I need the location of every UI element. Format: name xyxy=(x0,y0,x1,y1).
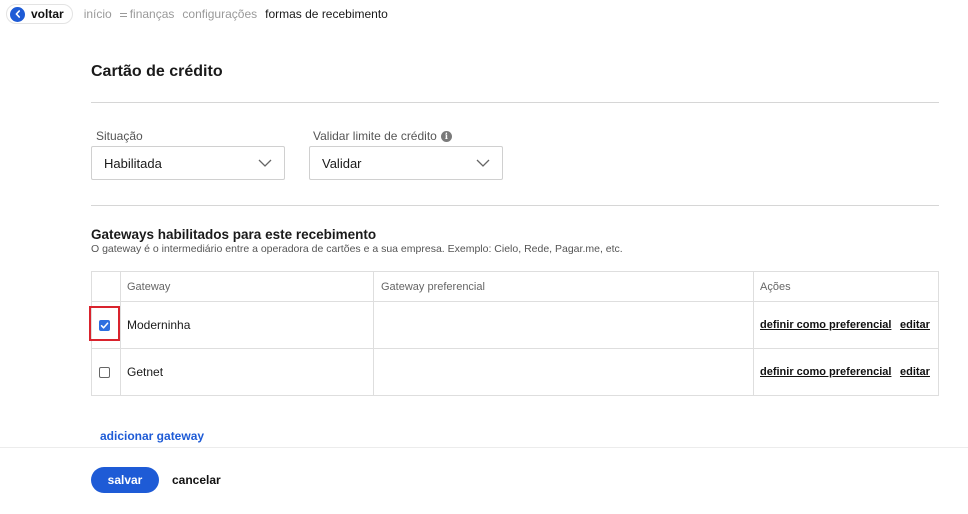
chevron-left-icon xyxy=(10,6,25,22)
gateways-table: Gateway Gateway preferencial Ações Moder… xyxy=(91,271,939,396)
situacao-label: Situação xyxy=(96,129,143,143)
gateways-description: O gateway é o intermediário entre a oper… xyxy=(91,243,623,255)
breadcrumb-item-current: formas de recebimento xyxy=(265,7,388,21)
set-preferred-link[interactable]: definir como preferencial xyxy=(760,319,891,331)
breadcrumb-item-financas[interactable]: finanças xyxy=(119,7,175,21)
divider xyxy=(91,205,939,206)
breadcrumb: início finanças configurações formas de … xyxy=(84,7,396,21)
situacao-select[interactable]: Habilitada xyxy=(91,146,285,180)
menu-lines-icon xyxy=(119,11,127,19)
column-header-gateway: Gateway xyxy=(127,280,171,293)
page-title: Cartão de crédito xyxy=(91,63,223,80)
gateway-name: Moderninha xyxy=(127,318,191,332)
add-gateway-link[interactable]: adicionar gateway xyxy=(100,429,204,443)
gateways-title: Gateways habilitados para este recebimen… xyxy=(91,227,377,242)
chevron-down-icon xyxy=(258,159,272,167)
cancel-button[interactable]: cancelar xyxy=(172,473,221,487)
gateway-checkbox[interactable] xyxy=(99,366,110,378)
chevron-down-icon xyxy=(476,159,490,167)
column-header-preferencial: Gateway preferencial xyxy=(381,280,485,293)
gateway-name: Getnet xyxy=(127,365,164,379)
footer-divider xyxy=(0,447,968,448)
breadcrumb-item-inicio[interactable]: início xyxy=(84,7,112,21)
validar-select[interactable]: Validar xyxy=(309,146,503,180)
breadcrumb-item-configuracoes[interactable]: configurações xyxy=(182,7,257,21)
back-label: voltar xyxy=(31,7,64,21)
validar-label-wrap: Validar limite de crédito i xyxy=(313,129,452,143)
top-bar: voltar início finanças configurações for… xyxy=(6,4,396,24)
breadcrumb-item-financas-label: finanças xyxy=(129,7,175,21)
table-row: Moderninha definir como preferencial edi… xyxy=(92,302,938,349)
edit-link[interactable]: editar xyxy=(900,319,930,331)
validar-label: Validar limite de crédito xyxy=(313,129,437,143)
back-button[interactable]: voltar xyxy=(6,4,73,24)
situacao-value: Habilitada xyxy=(104,155,162,171)
set-preferred-link[interactable]: definir como preferencial xyxy=(760,366,891,378)
validar-value: Validar xyxy=(322,155,362,171)
edit-link[interactable]: editar xyxy=(900,366,930,378)
divider xyxy=(91,102,939,103)
table-row: Getnet definir como preferencial editar xyxy=(92,349,938,395)
table-header-row: Gateway Gateway preferencial Ações xyxy=(92,272,938,302)
highlight-box xyxy=(89,306,120,341)
save-button[interactable]: salvar xyxy=(91,467,159,493)
info-icon[interactable]: i xyxy=(440,130,452,142)
column-header-acoes: Ações xyxy=(760,280,791,293)
